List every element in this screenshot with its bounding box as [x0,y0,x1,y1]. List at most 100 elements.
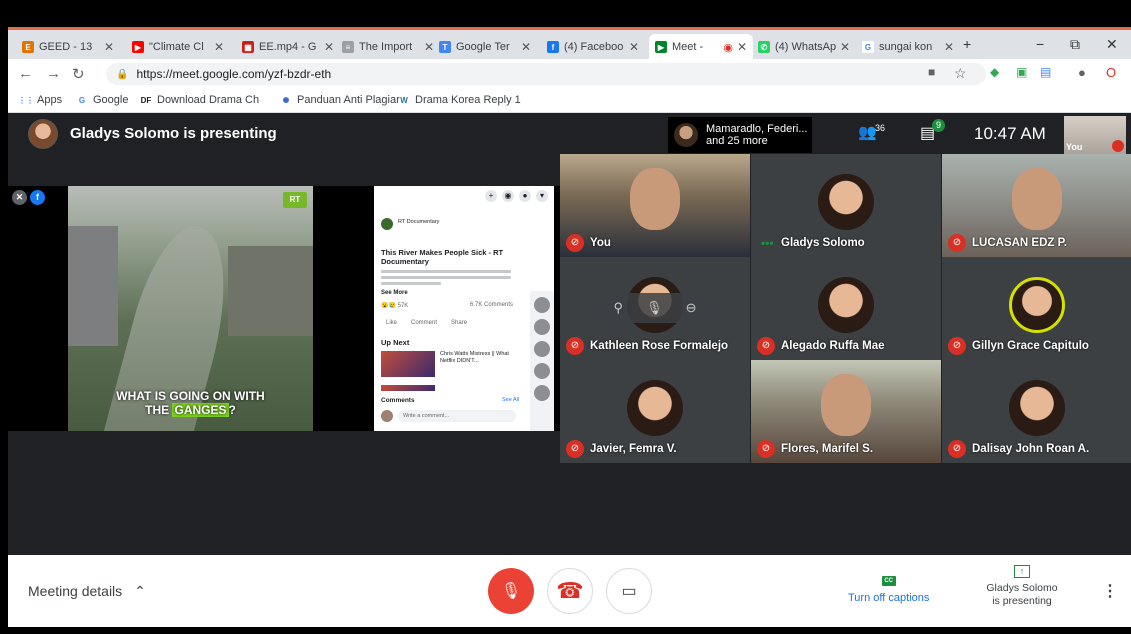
fb-up-next-thumbnail[interactable] [381,351,435,377]
tab-favicon-icon: ▦ [242,41,254,53]
video-building-right [228,246,313,336]
participant-tile[interactable]: ••• Gladys Solomo [751,154,941,257]
tab-close-icon[interactable]: ✕ [324,40,334,54]
close-icon[interactable]: ✕ [12,190,27,205]
bookmark-item[interactable]: W Drama Korea Reply 1 [398,94,521,106]
tab-close-icon[interactable]: ✕ [214,40,224,54]
window-minimize-button[interactable]: − [1036,36,1044,52]
forward-icon[interactable]: → [46,65,61,82]
new-tab-button[interactable]: + [963,36,971,52]
bookmark-item[interactable]: G Google [76,94,129,106]
fb-contact-avatar[interactable] [534,385,550,401]
tab-favicon-icon: ▶ [655,41,667,53]
fb-contact-avatar[interactable] [534,363,550,379]
opera-extension-icon[interactable]: O [1106,65,1116,80]
extension-icon[interactable]: ◆ [990,65,999,79]
participant-tile[interactable]: ⊘ Gillyn Grace Capitulo [942,257,1131,360]
participant-tile[interactable]: ⚲ 🎙 ⊖ ⊘ Kathleen Rose Formalejo [560,257,750,360]
camera-indicator-icon[interactable]: ■ [928,65,935,79]
bookmark-item[interactable]: ✺ Panduan Anti Plagiar [280,94,400,106]
tab-close-icon[interactable]: ✕ [521,40,531,54]
browser-tab[interactable]: f (4) Faceboo ✕ [541,34,645,60]
sunburst-icon: ✺ [282,95,290,105]
participant-name: Dalisay John Roan A. [972,443,1090,455]
fb-comment-input[interactable]: Write a comment... [398,410,516,422]
tab-close-icon[interactable]: ✕ [629,40,639,54]
participant-tile[interactable]: ⊘ Dalisay John Roan A. [942,360,1131,463]
shared-video[interactable]: RT WHAT IS GOING ON WITH THE GANGES? [68,186,313,431]
browser-tab[interactable]: ▶ Meet - ◉ ✕ [649,34,753,60]
fb-action-like[interactable]: Like [386,320,397,326]
tab-close-icon[interactable]: ✕ [944,40,954,54]
pin-icon[interactable]: ⚲ [614,300,624,316]
mic-toggle-button[interactable]: 🎙 [488,568,534,614]
present-status-line1: Gladys Solomo [986,582,1058,594]
participant-tile[interactable]: ⊘ Javier, Femra V. [560,360,750,463]
participant-tile[interactable]: ⊘ Alegado Ruffa Mae [751,257,941,360]
docs-extension-icon[interactable]: ▤ [1040,65,1051,79]
fb-action-share[interactable]: Share [451,320,467,326]
mic-off-icon: ⊘ [948,234,966,252]
tab-title: The Import [359,41,413,53]
fb-up-next-thumbnail[interactable] [381,385,435,391]
fb-messenger-icon[interactable]: ◉ [502,190,514,202]
reload-icon[interactable]: ↻ [72,65,85,83]
bookmark-item[interactable]: DF Download Drama Ch [140,94,259,106]
remove-participant-icon[interactable]: ⊖ [686,300,697,316]
meeting-details-button[interactable]: Meeting details ⌃ [28,583,146,600]
participant-name: Alegado Ruffa Mae [781,340,885,352]
url-input[interactable]: 🔒 https://meet.google.com/yzf-bzdr-eth [106,63,986,85]
lock-icon: 🔒 [116,68,129,80]
fb-notifications-icon[interactable]: ● [519,190,531,202]
bookmark-star-icon[interactable]: ☆ [954,65,967,82]
meet-extension-icon[interactable]: ▣ [1016,65,1027,79]
people-icon[interactable]: 👥 [858,123,877,141]
fb-see-more[interactable]: See More [381,290,408,296]
fb-see-all[interactable]: See All [502,397,519,403]
window-close-button[interactable]: ✕ [1106,36,1118,53]
tab-close-icon[interactable]: ✕ [737,40,747,54]
self-view-thumbnail[interactable]: You [1064,116,1126,154]
video-caption: WHAT IS GOING ON WITH THE GANGES? [68,389,313,417]
window-restore-button[interactable]: ⧉ [1070,36,1080,53]
back-icon[interactable]: ← [18,65,33,82]
fb-plus-icon[interactable]: + [485,190,497,202]
browser-tab[interactable]: ✆ (4) WhatsAp ✕ [752,34,856,60]
browser-tab[interactable]: Gsungai kon ✕ [856,34,960,60]
present-status-button[interactable]: ↑ Gladys Solomo is presenting [984,565,1060,608]
fb-page-name[interactable]: RT Documentary [398,219,439,225]
browser-tab[interactable]: T Google Ter ✕ [433,34,537,60]
recording-indicator-icon: ◉ [723,41,733,54]
tab-close-icon[interactable]: ✕ [840,40,850,54]
tab-favicon-icon: ✆ [758,41,770,53]
mute-participant-icon[interactable]: 🎙 [646,300,663,316]
browser-tab[interactable]: E GEED - 13 ✕ [16,34,120,60]
participant-tile[interactable]: ⊘ Flores, Marifel S. [751,360,941,463]
camera-toggle-button[interactable]: ▭ [606,568,652,614]
browser-tab[interactable]: ≡ The Import ✕ [336,34,440,60]
participants-chip[interactable]: Mamaradlo, Federi... and 25 more [668,117,812,153]
present-status-line2: is presenting [992,595,1052,607]
rt-page-avatar[interactable] [381,218,393,230]
tab-close-icon[interactable]: ✕ [104,40,114,54]
profile-avatar[interactable]: ● [1078,65,1086,80]
meeting-details-label: Meeting details [28,583,123,599]
more-options-icon[interactable]: ⋮ [1102,581,1118,601]
captions-button[interactable]: CC Turn off captions [848,573,929,604]
fb-contact-avatar[interactable] [534,341,550,357]
leave-call-button[interactable]: ☎ [547,568,593,614]
browser-tab[interactable]: ▶ "Climate Cl ✕ [126,34,230,60]
fb-menu-icon[interactable]: ▾ [536,190,548,202]
fb-action-comment[interactable]: Comment [411,320,437,326]
participant-tile[interactable]: ⊘ You [560,154,750,257]
facebook-icon[interactable]: f [30,190,45,205]
participant-video-face [821,374,871,436]
participant-tile[interactable]: ⊘ LUCASAN EDZ P. [942,154,1131,257]
presenter-bar: Gladys Solomo is presenting [8,113,1131,155]
participant-avatar [818,174,874,230]
browser-tab[interactable]: ▦ EE.mp4 - G ✕ [236,34,340,60]
fb-contact-avatar[interactable] [534,319,550,335]
fb-contact-avatar[interactable] [534,297,550,313]
bookmark-item[interactable]: ⋮⋮ Apps [18,94,62,106]
fb-up-next-title[interactable]: Chris Watts Mistress || What Netflix DID… [440,351,514,365]
